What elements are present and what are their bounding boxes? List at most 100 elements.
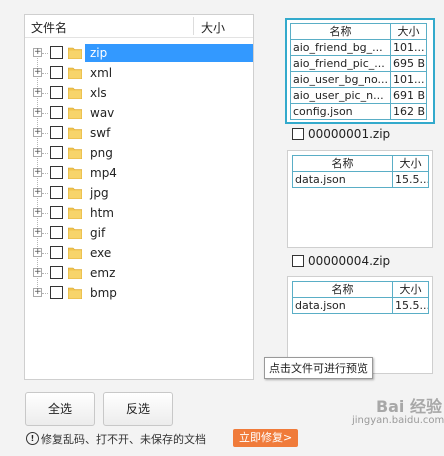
expand-icon[interactable]: + (33, 168, 42, 177)
zip-label-00000004[interactable]: 00000004.zip (308, 254, 390, 268)
tree-item-checkbox[interactable] (50, 106, 63, 119)
watermark-logo: Bai 经验 (375, 397, 442, 416)
preview-cell-size: 101... (390, 39, 427, 56)
zip-checkbox-00000004[interactable] (292, 255, 304, 267)
tree-item-checkbox[interactable] (50, 206, 63, 219)
tree-item-label[interactable]: bmp (87, 285, 120, 301)
tree-connector (42, 133, 48, 134)
tree-item-checkbox[interactable] (50, 126, 63, 139)
expand-icon[interactable]: + (33, 288, 42, 297)
tree-item-emz[interactable]: + emz (25, 263, 253, 283)
tree-item-png[interactable]: + png (25, 143, 253, 163)
folder-icon (68, 67, 82, 79)
expand-icon[interactable]: + (33, 148, 42, 157)
tree-item-checkbox[interactable] (50, 226, 63, 239)
zip-checkbox-00000001[interactable] (292, 128, 304, 140)
tree-item-label[interactable]: emz (87, 265, 118, 281)
preview-header-size: 大小 (390, 23, 427, 40)
tree-item-label[interactable]: xml (87, 65, 115, 81)
tree-item-checkbox[interactable] (50, 246, 63, 259)
invert-selection-button[interactable]: 反选 (103, 392, 173, 426)
preview-cell-name: aio_user_bg_no... (290, 71, 391, 88)
tree-item-checkbox[interactable] (50, 46, 63, 59)
preview-cell-name: aio_user_pic_n... (290, 87, 391, 104)
folder-icon (68, 267, 82, 279)
expand-icon[interactable]: + (33, 128, 42, 137)
expand-icon[interactable]: + (33, 228, 42, 237)
preview-header-size: 大小 (392, 155, 429, 172)
tree-connector (42, 213, 48, 214)
tree-item-bmp[interactable]: + bmp (25, 283, 253, 303)
folder-icon (68, 207, 82, 219)
tree-item-exe[interactable]: + exe (25, 243, 253, 263)
expand-icon[interactable]: + (33, 48, 42, 57)
expand-icon[interactable]: + (33, 108, 42, 117)
preview-cell-size: 691 B (390, 87, 427, 104)
tree-item-label[interactable]: jpg (87, 185, 112, 201)
preview-header-name: 名称 (290, 23, 391, 40)
tree-item-label[interactable]: xls (87, 85, 110, 101)
repair-now-button[interactable]: 立即修复> (233, 429, 299, 447)
expand-icon[interactable]: + (33, 188, 42, 197)
folder-icon (68, 167, 82, 179)
tree-header: 文件名 大小 (25, 15, 253, 38)
expand-icon[interactable]: + (33, 68, 42, 77)
folder-icon (68, 47, 82, 59)
select-all-button[interactable]: 全选 (25, 392, 95, 426)
expand-icon[interactable]: + (33, 248, 42, 257)
tree-item-checkbox[interactable] (50, 146, 63, 159)
preview-cell-name: data.json (292, 171, 393, 188)
preview-row: aio_friend_pic_... 695 B (290, 55, 427, 72)
expand-icon[interactable]: + (33, 268, 42, 277)
tree-item-label[interactable]: swf (87, 125, 113, 141)
tree-item-checkbox[interactable] (50, 166, 63, 179)
tree-connector (42, 233, 48, 234)
tree-item-label[interactable]: zip (87, 45, 110, 61)
column-header-filename[interactable]: 文件名 (31, 19, 67, 36)
tree-item-label[interactable]: exe (87, 245, 114, 261)
tree-item-mp4[interactable]: + mp4 (25, 163, 253, 183)
tree-item-xls[interactable]: + xls (25, 83, 253, 103)
tree-item-jpg[interactable]: + jpg (25, 183, 253, 203)
tree-item-label[interactable]: gif (87, 225, 108, 241)
tree-item-xml[interactable]: + xml (25, 63, 253, 83)
tree-item-wav[interactable]: + wav (25, 103, 253, 123)
preview-cell-size: 15.5... (392, 297, 429, 314)
tree-item-swf[interactable]: + swf (25, 123, 253, 143)
folder-icon (68, 127, 82, 139)
folder-icon (68, 247, 82, 259)
tree-connector (42, 73, 48, 74)
preview-row: data.json 15.5... (292, 171, 429, 188)
column-header-size[interactable]: 大小 (201, 19, 225, 36)
tree-item-checkbox[interactable] (50, 266, 63, 279)
tree-connector (42, 173, 48, 174)
tree-connector (42, 293, 48, 294)
tree-item-label[interactable]: htm (87, 205, 117, 221)
tree-item-label[interactable]: wav (87, 105, 117, 121)
expand-icon[interactable]: + (33, 208, 42, 217)
zip-label-00000001[interactable]: 00000001.zip (308, 127, 390, 141)
preview-header-size: 大小 (392, 281, 429, 298)
folder-icon (68, 187, 82, 199)
tree-item-checkbox[interactable] (50, 286, 63, 299)
tree-item-htm[interactable]: + htm (25, 203, 253, 223)
expand-icon[interactable]: + (33, 88, 42, 97)
preview-row: aio_user_bg_no... 101... (290, 71, 427, 88)
preview-box-selected[interactable]: 名称 大小 aio_friend_bg_... 101... aio_friend_… (285, 18, 435, 124)
preview-box-00000001[interactable]: 名称 大小 data.json 15.5... (287, 150, 433, 248)
watermark-url: jingyan.baidu.com (352, 415, 444, 426)
tree-item-label[interactable]: png (87, 145, 116, 161)
tree-item-zip[interactable]: + zip (25, 43, 253, 63)
tree-connector (42, 113, 48, 114)
tree-connector (42, 93, 48, 94)
folder-icon (68, 107, 82, 119)
tree-connector (42, 273, 48, 274)
tree-item-gif[interactable]: + gif (25, 223, 253, 243)
tree-item-checkbox[interactable] (50, 86, 63, 99)
preview-table: 名称 大小 data.json 15.5... (292, 281, 429, 314)
tree-item-checkbox[interactable] (50, 186, 63, 199)
tree-item-label[interactable]: mp4 (87, 165, 120, 181)
tree-item-checkbox[interactable] (50, 66, 63, 79)
preview-header-name: 名称 (292, 155, 393, 172)
column-divider[interactable] (193, 17, 194, 35)
